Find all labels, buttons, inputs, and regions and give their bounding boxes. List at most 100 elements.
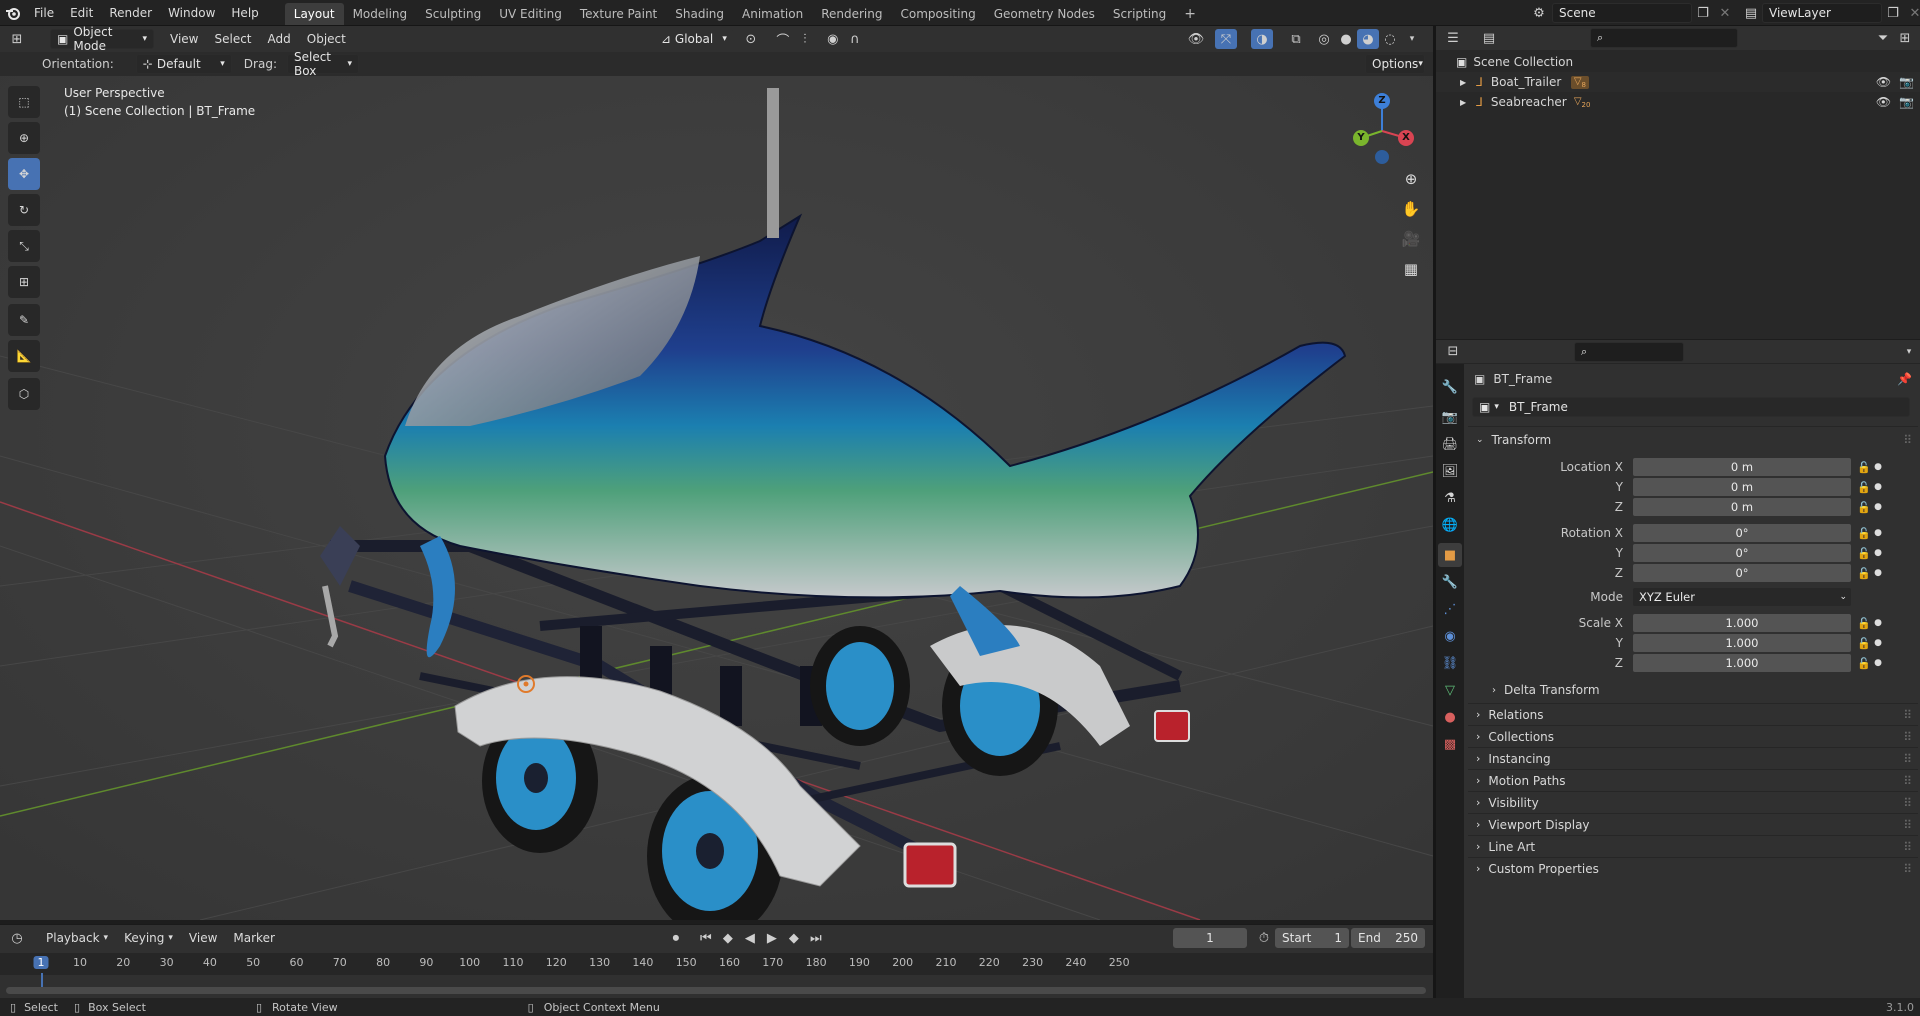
tab-scripting[interactable]: Scripting [1104,3,1175,25]
viewport-menu-select[interactable]: Select [206,26,259,52]
mode-selector[interactable]: ▣ Object Mode ▾ [50,26,154,53]
timeline-scrollbar[interactable] [6,987,1426,994]
eye-visibility-icon[interactable]: 👁 [1876,75,1891,89]
jump-keyframe-back-icon[interactable]: ◆ [717,928,739,948]
timeline-playback-menu[interactable]: Playback ▾ [38,925,116,951]
panel-line-art[interactable]: › Line Art ⠿ [1468,835,1918,857]
jump-start-icon[interactable]: ⏮ [695,928,717,948]
lock-icon[interactable]: 🔓 [1857,567,1871,580]
drag-handle-icon[interactable]: ⠿ [1903,796,1912,810]
material-tab-icon[interactable]: ● [1438,705,1462,729]
timeline-marker-menu[interactable]: Marker [225,925,282,951]
drag-handle-icon[interactable]: ⠿ [1903,752,1912,766]
menu-window[interactable]: Window [160,0,223,26]
pivot-point-icon[interactable]: ⊙ [740,29,762,49]
material-shading-icon[interactable]: ◕ [1357,29,1379,49]
outliner-item-boat-trailer[interactable]: ▶ ⅃ Boat_Trailer ▽8 👁 📷 [1436,72,1920,92]
outliner-search-input[interactable]: ⌕ [1590,28,1738,48]
pan-hand-icon[interactable]: ✋ [1398,196,1424,222]
gizmo-toggle-icon[interactable]: ⤧ [1215,29,1237,49]
keyframe-dot-icon[interactable]: ● [1871,528,1885,538]
transform-panel-header[interactable]: ⌄ Transform ⠿ [1468,426,1918,453]
keyframe-dot-icon[interactable]: ● [1871,568,1885,578]
drag-handle-icon[interactable]: ⠿ [1903,818,1912,832]
xray-toggle-icon[interactable]: ⧉ [1285,29,1307,49]
viewport-scene[interactable] [0,26,1433,920]
keyframe-dot-icon[interactable]: ● [1871,462,1885,472]
panel-instancing[interactable]: › Instancing ⠿ [1468,747,1918,769]
lock-icon[interactable]: 🔓 [1857,501,1871,514]
rendered-shading-icon[interactable]: ◌ [1379,29,1401,49]
lock-icon[interactable]: 🔓 [1857,547,1871,560]
lock-icon[interactable]: 🔓 [1857,461,1871,474]
particles-tab-icon[interactable]: ⋰ [1438,597,1462,621]
world-tab-icon[interactable]: 🌐 [1438,513,1462,537]
rotate-tool-icon[interactable]: ↻ [8,194,40,226]
outliner-item-seabreacher[interactable]: ▶ ⅃ Seabreacher ▽20 👁 📷 [1436,92,1920,112]
view-layer-copy-icon[interactable]: ❐ [1882,3,1904,23]
view-layer-icon[interactable]: ▤ [1740,3,1762,23]
annotate-tool-icon[interactable]: ✎ [8,304,40,336]
location-x-field[interactable]: 0 m [1633,458,1851,476]
expand-arrow-icon[interactable]: ▶ [1460,98,1466,107]
rotation-y-field[interactable]: 0° [1633,544,1851,562]
tab-geometry-nodes[interactable]: Geometry Nodes [985,3,1104,25]
drag-handle-icon[interactable]: ⠿ [1903,730,1912,744]
options-dropdown[interactable]: Options ▾ [1365,54,1425,74]
lock-icon[interactable]: 🔓 [1857,527,1871,540]
filter-icon[interactable]: ⏷ [1872,28,1894,48]
rotation-mode-selector[interactable]: XYZ Euler ⌄ [1633,588,1851,606]
falloff-icon[interactable]: ∩ [844,29,866,49]
panel-motion-paths[interactable]: › Motion Paths ⠿ [1468,769,1918,791]
drag-selector[interactable]: Select Box ▾ [286,50,359,78]
proportional-edit-icon[interactable]: ◉ [822,29,844,49]
panel-viewport-display[interactable]: › Viewport Display ⠿ [1468,813,1918,835]
drag-handle-icon[interactable]: ⠿ [1903,433,1912,447]
overlay-toggle-icon[interactable]: ◑ [1251,29,1273,49]
view-layer-selector[interactable]: ViewLayer [1762,3,1882,23]
tab-shading[interactable]: Shading [666,3,733,25]
panel-custom-properties[interactable]: › Custom Properties ⠿ [1468,857,1918,879]
rotation-z-field[interactable]: 0° [1633,564,1851,582]
jump-end-icon[interactable]: ⏭ [805,928,827,948]
drag-handle-icon[interactable]: ⠿ [1903,862,1912,876]
rotation-x-field[interactable]: 0° [1633,524,1851,542]
timeline-keying-menu[interactable]: Keying ▾ [116,925,181,951]
select-box-tool-icon[interactable]: ⬚ [8,86,40,118]
outliner-root[interactable]: ▣ Scene Collection [1436,52,1920,72]
lock-icon[interactable]: 🔓 [1857,481,1871,494]
pin-icon[interactable]: 📌 [1897,372,1912,386]
solid-shading-icon[interactable]: ● [1335,29,1357,49]
drag-handle-icon[interactable]: ⠿ [1903,840,1912,854]
3d-viewport[interactable]: ⊞ ▣ Object Mode ▾ View Select Add Object… [0,26,1433,920]
panel-visibility[interactable]: › Visibility ⠿ [1468,791,1918,813]
transform-orientation-selector[interactable]: ⊿ Global ▾ [653,29,734,49]
delta-transform-subpanel[interactable]: › Delta Transform [1468,677,1918,703]
properties-editor-icon[interactable]: ⊟ [1442,342,1464,362]
jump-keyframe-forward-icon[interactable]: ◆ [783,928,805,948]
object-data-tab-icon[interactable]: ▽ [1438,678,1462,702]
constraints-tab-icon[interactable]: ⛓ [1438,651,1462,675]
keyframe-dot-icon[interactable]: ● [1871,638,1885,648]
blender-logo-icon[interactable] [0,3,26,23]
drag-handle-icon[interactable]: ⠿ [1903,774,1912,788]
playhead-line[interactable] [41,973,43,987]
scene-icon[interactable]: ⚙ [1528,3,1550,23]
orientation-selector[interactable]: ⊹ Default ▾ [135,54,232,74]
lock-icon[interactable]: 🔓 [1857,637,1871,650]
tab-uv-editing[interactable]: UV Editing [490,3,571,25]
tab-sculpting[interactable]: Sculpting [416,3,490,25]
scale-z-field[interactable]: 1.000 [1633,654,1851,672]
keyframe-dot-icon[interactable]: ● [1871,482,1885,492]
gizmo-z-axis[interactable]: Z [1374,93,1390,109]
transform-tool-icon[interactable]: ⊞ [8,266,40,298]
scale-x-field[interactable]: 1.000 [1633,614,1851,632]
view-layer-close-icon[interactable]: ✕ [1904,3,1920,23]
move-tool-icon[interactable]: ✥ [8,158,40,190]
viewport-menu-view[interactable]: View [162,26,206,52]
auto-keying-icon[interactable]: ⏺ [665,928,687,948]
drag-handle-icon[interactable]: ⠿ [1903,708,1912,722]
scale-tool-icon[interactable]: ⤡ [8,230,40,262]
viewport-menu-add[interactable]: Add [260,26,299,52]
tab-texture-paint[interactable]: Texture Paint [571,3,666,25]
